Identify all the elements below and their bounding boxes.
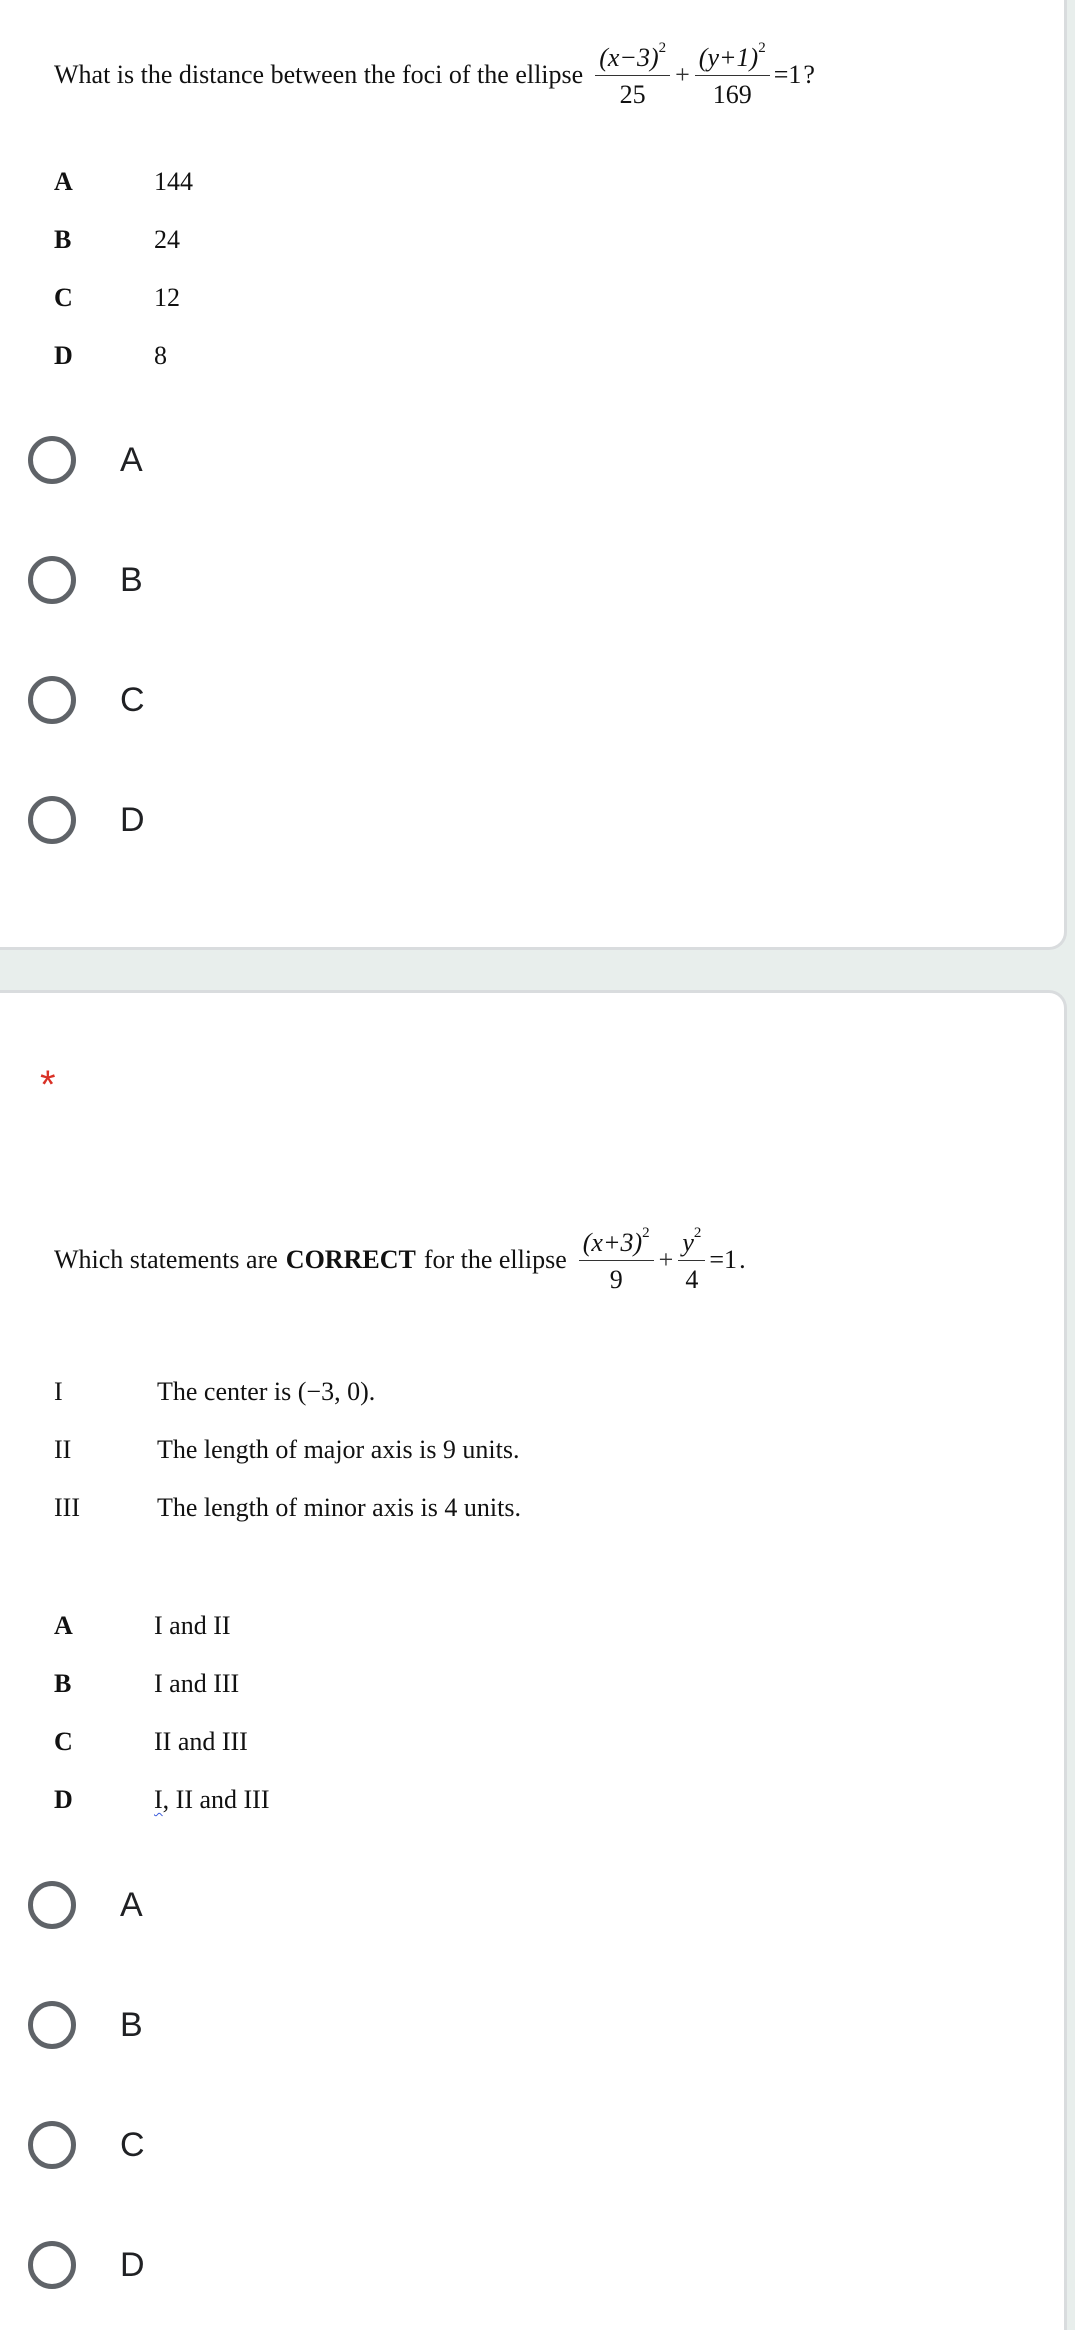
statement-text: The center is (−3, 0). (157, 1377, 376, 1406)
spellcheck-underline-text: I (154, 1785, 163, 1814)
plus-operator: + (658, 1244, 674, 1274)
radio-option-d[interactable]: D (28, 760, 145, 880)
radio-button-icon[interactable] (28, 1881, 76, 1929)
statement-row: I The center is (−3, 0). (54, 1363, 521, 1421)
radio-option-c[interactable]: C (28, 640, 145, 760)
option-value: I, II and III (154, 1785, 270, 1815)
equation-fraction-1: (x+3)2 9 (578, 1225, 654, 1295)
question-2-text-bold: CORRECT (285, 1244, 416, 1274)
statement-number: I (54, 1377, 63, 1406)
radio-option-a[interactable]: A (28, 1845, 145, 1965)
answer-options-table-2: A I and II B I and III C II and III D I,… (54, 1597, 270, 1829)
answer-options-table-1: A 144 B 24 C 12 D 8 (54, 153, 193, 385)
option-letter: C (54, 283, 73, 312)
radio-label[interactable]: A (120, 1886, 143, 1925)
statements-table: I The center is (−3, 0). II The length o… (54, 1363, 521, 1537)
fraction-numerator: (x−3) (599, 43, 659, 72)
option-row: D 8 (54, 327, 193, 385)
question-1-text: What is the distance between the foci of… (54, 59, 584, 89)
exponent: 2 (758, 40, 766, 56)
question-mark: ? (803, 59, 815, 89)
option-value: 12 (154, 283, 180, 312)
radio-button-icon[interactable] (28, 796, 76, 844)
radio-label[interactable]: C (120, 681, 145, 720)
fraction-denominator: 25 (619, 79, 646, 109)
option-letter: D (54, 341, 73, 370)
option-value: I and III (154, 1669, 240, 1698)
statement-text: The length of major axis is 9 units. (157, 1435, 520, 1464)
fraction-numerator: (x+3) (582, 1228, 643, 1257)
equation-fraction-2: (y+1)2 169 (694, 40, 770, 110)
option-row: B I and III (54, 1655, 270, 1713)
radio-label[interactable]: B (120, 2006, 143, 2045)
fraction-denominator: 169 (712, 79, 752, 109)
option-value: 8 (154, 341, 167, 370)
statement-row: III The length of minor axis is 4 units. (54, 1479, 521, 1537)
equation-rhs: =1 (773, 59, 802, 89)
option-row: A 144 (54, 153, 193, 211)
radio-button-icon[interactable] (28, 2001, 76, 2049)
radio-label[interactable]: A (120, 441, 143, 480)
radio-option-b[interactable]: B (28, 1965, 145, 2085)
radio-group-2: A B C D (28, 1845, 145, 2325)
equation-fraction-2: y2 4 (678, 1225, 706, 1295)
equation-rhs: =1 (709, 1244, 738, 1274)
radio-label[interactable]: D (120, 2246, 145, 2285)
option-row: C II and III (54, 1713, 270, 1771)
option-letter: C (54, 1727, 73, 1756)
question-2-text-prefix: Which statements are (54, 1244, 278, 1274)
statement-row: II The length of major axis is 9 units. (54, 1421, 521, 1479)
radio-option-a[interactable]: A (28, 400, 145, 520)
radio-option-d[interactable]: D (28, 2205, 145, 2325)
radio-button-icon[interactable] (28, 2121, 76, 2169)
radio-label[interactable]: D (120, 801, 145, 840)
fraction-numerator: (y+1) (698, 43, 759, 72)
fraction-numerator: y (682, 1228, 694, 1257)
exponent: 2 (658, 40, 667, 56)
option-letter: B (54, 1669, 72, 1698)
option-letter: A (54, 167, 73, 196)
radio-button-icon[interactable] (28, 2241, 76, 2289)
radio-button-icon[interactable] (28, 436, 76, 484)
radio-button-icon[interactable] (28, 556, 76, 604)
option-row: D I, II and III (54, 1771, 270, 1829)
radio-option-c[interactable]: C (28, 2085, 145, 2205)
period: . (739, 1244, 746, 1274)
option-value: 24 (154, 225, 180, 254)
radio-label[interactable]: B (120, 561, 143, 600)
option-row: C 12 (54, 269, 193, 327)
required-asterisk-icon: * (40, 1063, 56, 1107)
statement-number: II (54, 1435, 72, 1464)
fraction-denominator: 9 (609, 1264, 623, 1294)
option-letter: B (54, 225, 72, 254)
option-value: 144 (154, 167, 193, 196)
radio-label[interactable]: C (120, 2126, 145, 2165)
option-row: B 24 (54, 211, 193, 269)
question-2-prompt: Which statements are CORRECT for the ell… (54, 1225, 746, 1295)
question-card-1: What is the distance between the foci of… (0, 0, 1067, 950)
option-value: II and III (154, 1727, 248, 1756)
question-2-text-suffix: for the ellipse (423, 1244, 567, 1274)
option-letter: A (54, 1611, 73, 1640)
option-value: I and II (154, 1611, 231, 1640)
fraction-denominator: 4 (685, 1264, 699, 1294)
equation-fraction-1: (x−3)2 25 (595, 40, 671, 110)
statement-number: III (54, 1493, 80, 1522)
option-value-rest: , II and III (162, 1785, 270, 1814)
plus-operator: + (675, 59, 690, 89)
question-1-prompt: What is the distance between the foci of… (54, 40, 815, 110)
exponent: 2 (642, 1225, 650, 1241)
radio-group-1: A B C D (28, 400, 145, 880)
question-card-2: * Which statements are CORRECT for the e… (0, 990, 1067, 2330)
option-row: A I and II (54, 1597, 270, 1655)
statement-text: The length of minor axis is 4 units. (157, 1493, 521, 1522)
exponent: 2 (693, 1225, 702, 1241)
radio-option-b[interactable]: B (28, 520, 145, 640)
radio-button-icon[interactable] (28, 676, 76, 724)
option-letter: D (54, 1785, 73, 1814)
